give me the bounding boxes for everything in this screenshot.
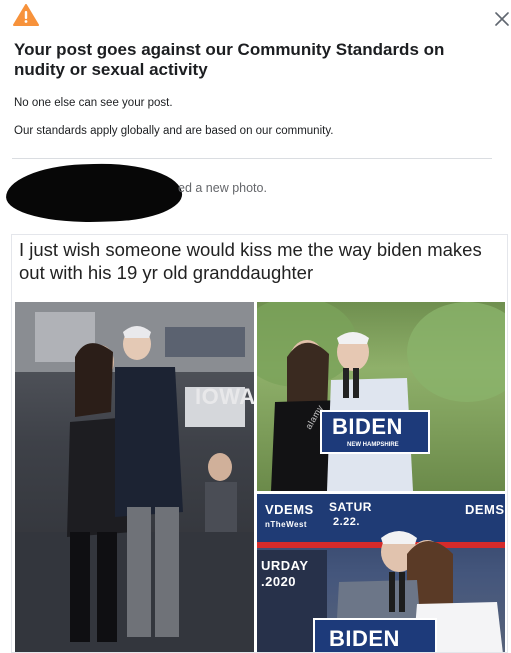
redacted-author-name — [5, 160, 183, 226]
post-action-text: ed a new photo. — [178, 181, 267, 195]
meme-caption: I just wish someone would kiss me the wa… — [19, 239, 482, 283]
warning-icon — [13, 4, 39, 26]
biden-sign-subtext: NEW HAMPSHIRE — [347, 442, 399, 448]
divider — [12, 158, 492, 159]
post-image[interactable]: I just wish someone would kiss me the wa… — [11, 234, 508, 653]
photo-top-right: BIDEN NEW HAMPSHIRE alamy — [257, 302, 505, 491]
dialog-title: Your post goes against our Community Sta… — [14, 40, 445, 79]
close-button[interactable] — [494, 11, 510, 27]
photo-left-illustration — [15, 302, 254, 652]
banner-date-text: 2.22. — [333, 516, 360, 528]
left-sign-text-2: .2020 — [261, 574, 297, 589]
left-sign-text-1: URDAY — [261, 558, 309, 573]
biden-sign-bottom-text: BIDEN — [329, 626, 400, 651]
banner-mid-text: SATUR — [329, 500, 372, 514]
photo-bottom-right: VDEMS SATUR 2.22. DEMS nTheWest URDAY .2… — [257, 494, 505, 652]
banner-left-text: VDEMS — [265, 502, 314, 517]
photo-top-right-illustration — [257, 302, 505, 491]
close-icon — [495, 12, 509, 26]
iowa-sign-text: IOWA — [195, 384, 254, 409]
visibility-notice: No one else can see your post. — [14, 97, 173, 109]
banner-small-text: nTheWest — [265, 520, 308, 529]
banner-right-text: DEMS — [465, 502, 505, 517]
biden-sign-text: BIDEN — [332, 414, 403, 439]
standards-notice: Our standards apply globally and are bas… — [14, 125, 334, 137]
photo-left: IOWA — [15, 302, 254, 652]
